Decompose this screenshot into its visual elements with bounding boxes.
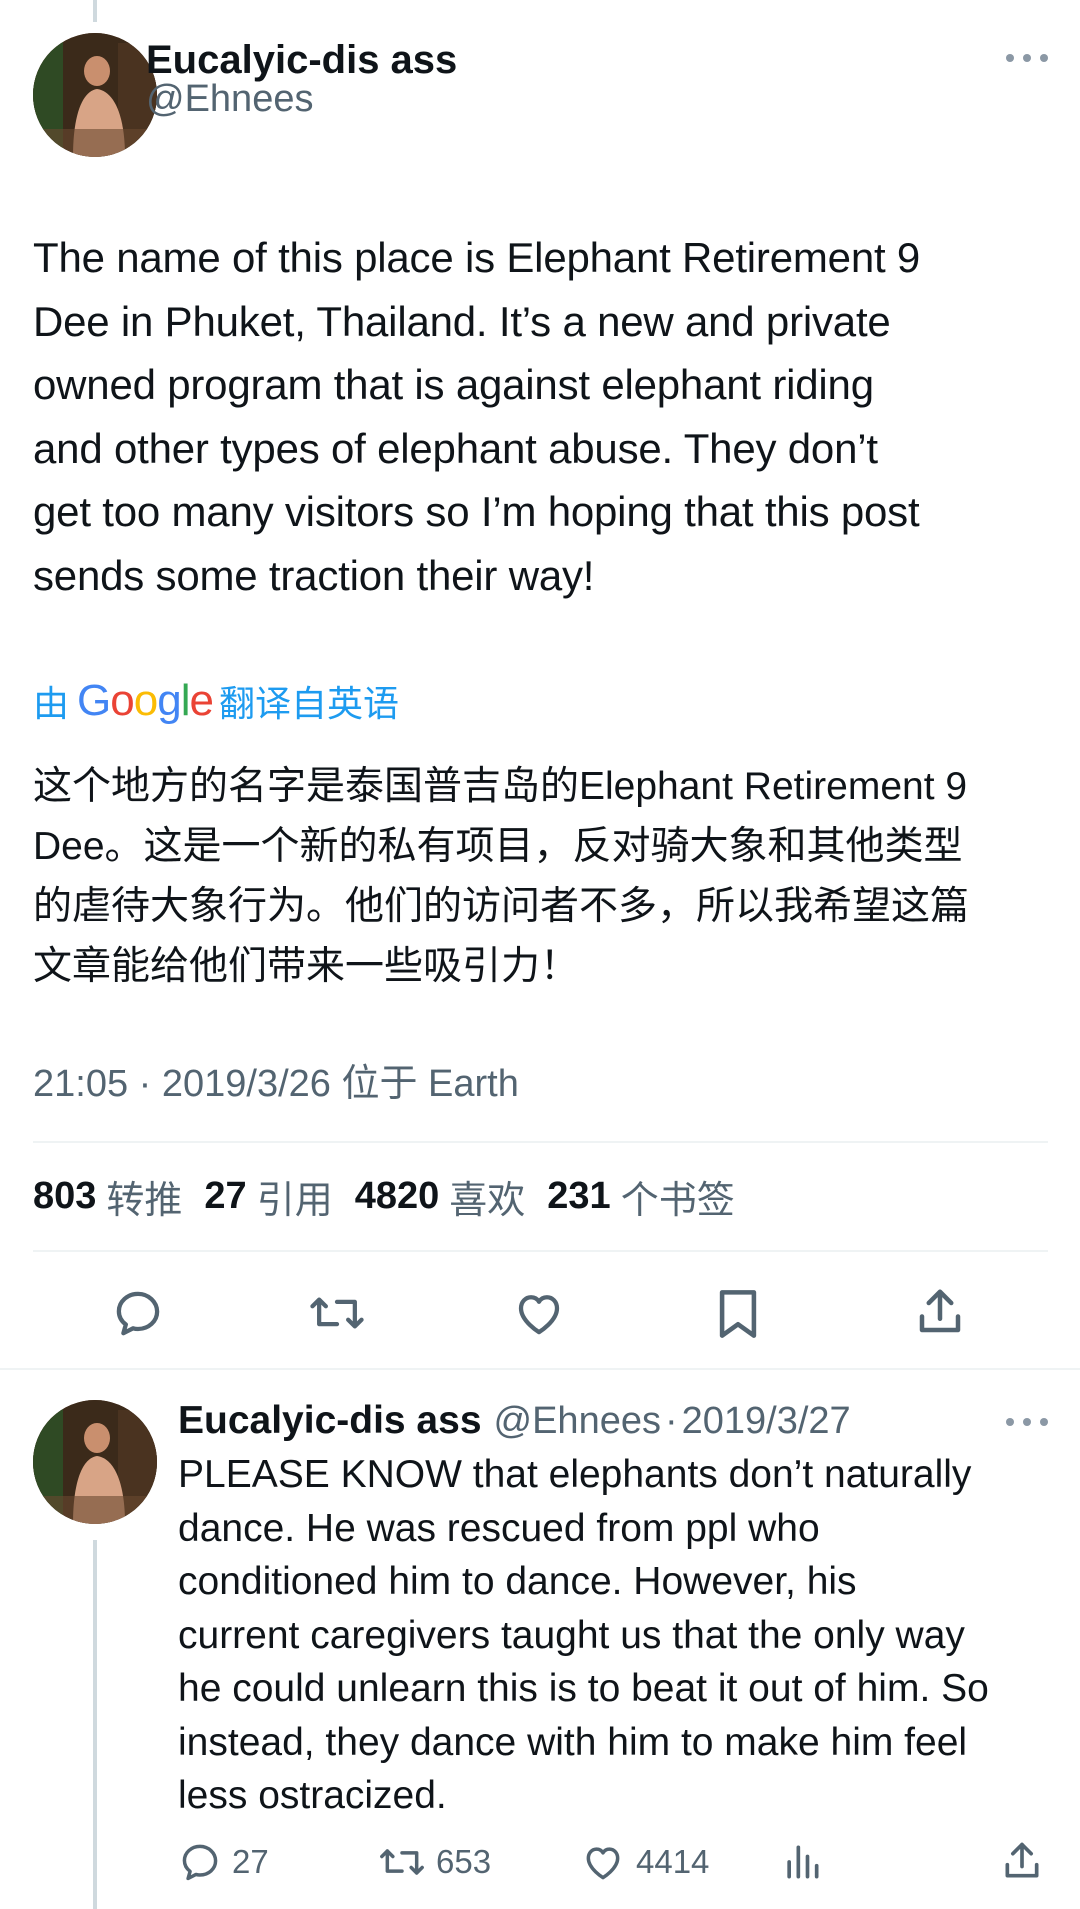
share-icon [919, 1289, 961, 1333]
reply-button[interactable] [111, 1286, 165, 1340]
divider [33, 1250, 1048, 1252]
reply-text: PLEASE KNOW that elephants don’t natural… [178, 1453, 989, 1817]
stat-retweets-count: 803 [33, 1174, 97, 1217]
reply-share-button[interactable] [1000, 1838, 1044, 1884]
stat-quotes-label: 引用 [256, 1179, 333, 1222]
stat-quotes-count: 27 [204, 1174, 247, 1217]
avatar-photo [33, 33, 157, 157]
like-icon [586, 1847, 620, 1880]
stat-likes[interactable]: 4820 喜欢 [355, 1169, 526, 1224]
retweet-icon [380, 1849, 424, 1875]
reply-date[interactable]: 2019/3/27 [682, 1400, 851, 1443]
stat-likes-label: 喜欢 [449, 1179, 526, 1222]
google-logo: Google [77, 676, 214, 725]
more-options-icon[interactable] [1006, 52, 1048, 64]
stat-quotes[interactable]: 27 引用 [204, 1169, 332, 1224]
tweet-separator [0, 1368, 1080, 1370]
stat-retweets[interactable]: 803 转推 [33, 1169, 182, 1224]
share-button[interactable] [913, 1284, 967, 1340]
retweet-button[interactable] [308, 1286, 366, 1340]
author-handle[interactable]: @Ehnees [146, 78, 313, 121]
reply-author-handle[interactable]: @Ehnees [494, 1400, 661, 1443]
translate-suffix: 翻译自英语 [218, 683, 399, 724]
translation-attribution[interactable]: 由 Google 翻译自英语 [33, 673, 399, 729]
reply-header: Eucalyic-dis ass @Ehnees · 2019/3/27 [178, 1393, 851, 1449]
stat-bookmarks-count: 231 [547, 1174, 611, 1217]
bookmark-button[interactable] [713, 1286, 763, 1342]
stat-bookmarks[interactable]: 231 个书签 [547, 1169, 734, 1224]
like-button[interactable] [511, 1286, 567, 1340]
thread-connector-top [93, 0, 97, 22]
reply-avatar[interactable] [33, 1400, 157, 1524]
bookmark-icon [719, 1290, 757, 1338]
tweet-timestamp[interactable]: 21:05 · 2019/3/26 位于 Earth [33, 1052, 519, 1107]
reply-icon [116, 1291, 160, 1336]
reply-separator: · [664, 1399, 678, 1442]
engagement-stats: 803 转推 27 引用 4820 喜欢 231 个书签 [33, 1168, 757, 1224]
reply-icon [182, 1844, 218, 1881]
reply-retweet-count: 653 [436, 1843, 492, 1880]
reply-like-count: 4414 [636, 1843, 710, 1880]
reply-author-name[interactable]: Eucalyic-dis ass [178, 1399, 482, 1443]
views-icon [787, 1845, 819, 1879]
reply-reply-count: 27 [232, 1843, 269, 1880]
avatar-photo [33, 1400, 157, 1524]
reply-like-button[interactable]: 4414 [580, 1840, 709, 1884]
retweet-icon [310, 1297, 364, 1329]
reply-retweet-button[interactable]: 653 [378, 1840, 491, 1884]
translate-prefix: 由 [33, 683, 70, 724]
reply-reply-button[interactable]: 27 [178, 1840, 269, 1884]
thread-connector [93, 1540, 97, 1909]
translated-text: 这个地方的名字是泰国普吉岛的Elephant Retirement 9 Dee。… [33, 765, 970, 988]
tweet-text: The name of this place is Elephant Retir… [33, 234, 921, 599]
stat-retweets-label: 转推 [106, 1179, 183, 1222]
reply-views-button[interactable] [782, 1840, 822, 1884]
divider [33, 1141, 1048, 1143]
stat-bookmarks-label: 个书签 [620, 1179, 735, 1222]
share-icon [1005, 1842, 1039, 1878]
avatar[interactable] [33, 33, 157, 157]
stat-likes-count: 4820 [354, 1174, 440, 1217]
reply-more-options-icon[interactable] [1006, 1416, 1048, 1428]
like-icon [518, 1295, 560, 1335]
author-name[interactable]: Eucalyic-dis ass [146, 38, 457, 83]
